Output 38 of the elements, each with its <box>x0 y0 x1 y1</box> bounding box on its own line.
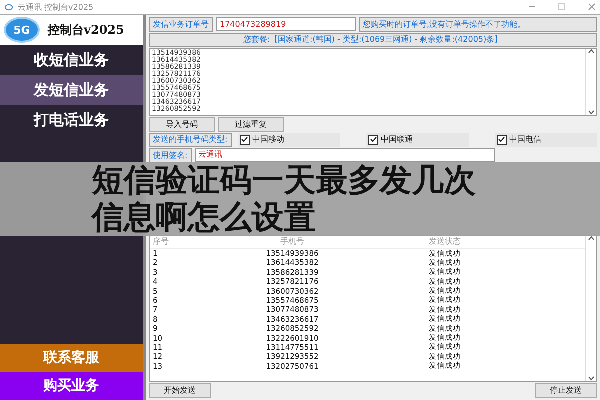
tool-button[interactable]: 过滤重复 <box>218 116 284 132</box>
checkbox-label: 中国联通 <box>381 134 414 146</box>
checkbox-label: 中国电信 <box>510 134 542 146</box>
scroll-down-icon[interactable] <box>588 110 594 115</box>
logo-badge: 5G <box>4 17 40 43</box>
package-info: 您套餐:【国家通道:(韩国) - 类型:(1069三网通) - 剩余数量:(42005)条】 <box>149 33 597 47</box>
checkbox-icon[interactable] <box>496 134 507 145</box>
send-button[interactable]: 开始发送 <box>149 383 211 398</box>
menu-item[interactable]: 打电话业务 <box>0 105 143 135</box>
carrier-checkbox[interactable]: 中国移动 <box>238 132 340 147</box>
logo-text: 控制台v2025 <box>48 22 124 38</box>
menu-item[interactable]: 收短信业务 <box>0 45 143 75</box>
signature-field[interactable]: 云通讯 <box>194 148 495 162</box>
checkbox-label: 中国移动 <box>252 134 285 146</box>
checkbox-icon[interactable] <box>368 134 378 145</box>
checkbox-icon[interactable] <box>240 134 250 145</box>
signature-label: 使用签名: <box>149 148 192 163</box>
send-button[interactable]: 停止发送 <box>535 383 597 398</box>
sidebar-button[interactable]: 购买业务 <box>0 372 143 400</box>
menu-item[interactable]: 发短信业务 <box>0 75 143 105</box>
carrier-checkbox[interactable]: 中国联通 <box>366 132 469 147</box>
tool-button[interactable]: 导入号码 <box>149 116 215 132</box>
scroll-down-icon[interactable] <box>588 376 594 381</box>
sidebar-button[interactable]: 联系客服 <box>0 344 143 372</box>
order-label: 发信业务订单号 <box>149 17 213 32</box>
column-header: 手机号 <box>280 236 306 247</box>
scroll-up-icon[interactable] <box>588 236 594 240</box>
banner-title: 短信验证码一天最多发几次 <box>92 162 476 199</box>
carrier-checkbox[interactable]: 中国电信 <box>494 132 598 147</box>
close-icon[interactable] <box>588 3 596 11</box>
order-hint: 您购买时的订单号,没有订单号操作不了功能。 <box>359 17 597 32</box>
banner-title: 信息啊怎么设置 <box>92 199 316 236</box>
order-field[interactable]: 1740473289819 <box>216 17 356 31</box>
scroll-up-icon[interactable] <box>588 48 594 54</box>
column-header: 序号 <box>152 236 170 247</box>
column-header: 发送状态 <box>428 236 462 247</box>
window-title: 云通讯 控制台v2025 <box>18 2 95 12</box>
carrier-label: 发送的手机号码类型: <box>149 132 232 147</box>
